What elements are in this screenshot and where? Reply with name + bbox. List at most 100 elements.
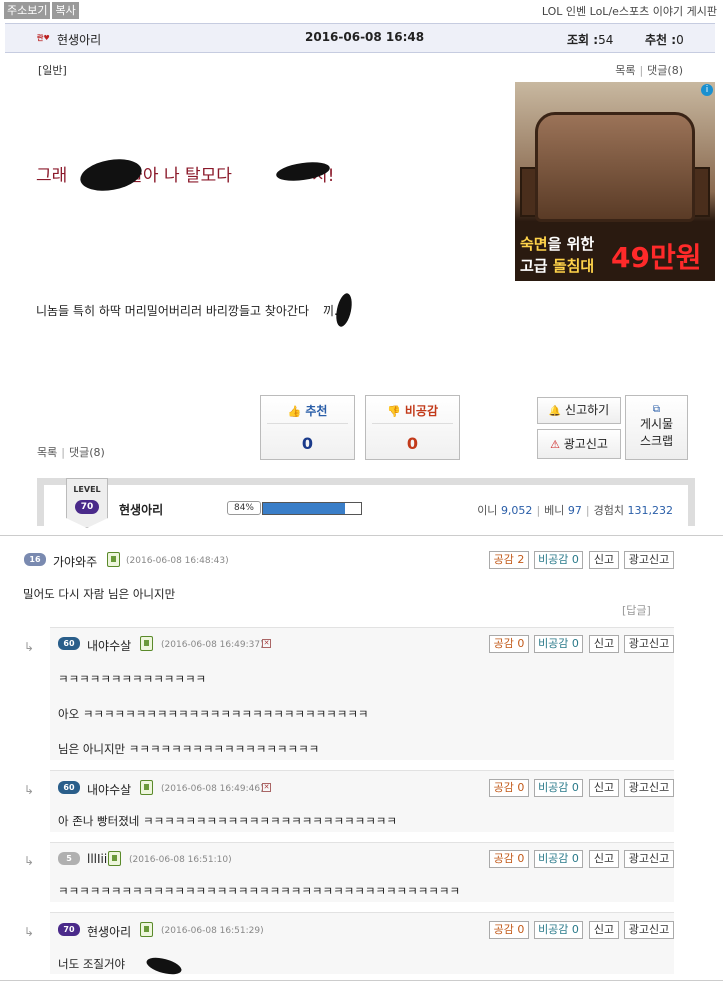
comment-level-badge: 16 xyxy=(24,553,46,566)
comment-ad-report-button[interactable]: 광고신고 xyxy=(624,779,674,797)
comment-level-badge: 5 xyxy=(58,852,80,865)
ad-report-button[interactable]: ⚠ 광고신고 xyxy=(537,429,621,459)
comments-link-bottom[interactable]: 댓글(8) xyxy=(69,446,105,459)
comment: 16 가야와주 (2016-06-08 16:48:43) 공감 2 비공감 0… xyxy=(16,548,678,620)
report-button[interactable]: 🔔 신고하기 xyxy=(537,397,621,424)
mobile-icon xyxy=(140,780,153,795)
comment-author[interactable]: 가야와주 xyxy=(53,553,97,570)
mobile-icon xyxy=(108,851,121,866)
post-author[interactable]: 현생아리 xyxy=(57,31,101,48)
comment-text: 아 존나 빵터졌네 ㅋㅋㅋㅋㅋㅋㅋㅋㅋㅋㅋㅋㅋㅋㅋㅋㅋㅋㅋㅋㅋㅋㅋㅋ xyxy=(58,814,397,828)
ad-line1: 숙면을 위한 xyxy=(520,235,595,253)
comment-author[interactable]: 내야수살 xyxy=(87,781,131,798)
comment-time: (2016-06-08 16:51:29) xyxy=(161,926,264,936)
comment-text: 아오 ㅋㅋㅋㅋㅋㅋㅋㅋㅋㅋㅋㅋㅋㅋㅋㅋㅋㅋㅋㅋㅋㅋㅋㅋㅋㅋㅋ xyxy=(58,707,369,721)
author-profile: LEVEL 70 현생아리 84% 이니 9,052 | 베니 97 | 경험치 131… xyxy=(37,478,695,528)
comment-time: (2016-06-08 16:49:37) xyxy=(161,640,264,650)
comment-ad-report-button[interactable]: 광고신고 xyxy=(624,551,674,569)
recommend-button[interactable]: 👍 추천 0 xyxy=(260,395,355,460)
x-icon[interactable]: ✕ xyxy=(262,639,271,648)
ad-bed-headboard xyxy=(535,112,695,222)
comment-dislike-button[interactable]: 비공감 0 xyxy=(534,921,583,939)
comment-like-button[interactable]: 공감 0 xyxy=(489,635,529,653)
comment-ad-report-button[interactable]: 광고신고 xyxy=(624,850,674,868)
comment-text: 님은 아니지만 ㅋㅋㅋㅋㅋㅋㅋㅋㅋㅋㅋㅋㅋㅋㅋㅋㅋㅋ xyxy=(58,742,320,756)
comment-report-button[interactable]: 신고 xyxy=(589,635,619,653)
author-level-icon: 란♥ xyxy=(37,34,50,42)
comment-dislike-button[interactable]: 비공감 0 xyxy=(534,850,583,868)
warning-icon: ⚠ xyxy=(550,438,560,451)
profile-stats: 이니 9,052 | 베니 97 | 경험치 131,232 xyxy=(477,504,673,517)
top-links: 목록 | 댓글(8) xyxy=(615,64,683,77)
mobile-icon xyxy=(140,922,153,937)
comment-author[interactable]: lllIii xyxy=(87,852,107,866)
comment-report-button[interactable]: 신고 xyxy=(589,779,619,797)
reply-arrow-icon: ↳ xyxy=(24,925,35,939)
reply-arrow-icon: ↳ xyxy=(24,783,35,797)
comment-report-button[interactable]: 신고 xyxy=(589,921,619,939)
ad-info-icon[interactable]: i xyxy=(701,84,713,96)
comment-dislike-button[interactable]: 비공감 0 xyxy=(534,779,583,797)
post-body: 니놈들 특히 하딱 머리밀어버리러 바리깡들고 찾아간다끼.... xyxy=(36,304,349,318)
exp-bar xyxy=(262,502,362,515)
board-name[interactable]: LOL 인벤 LoL/e스포츠 이야기 게시판 xyxy=(542,3,717,19)
list-link[interactable]: 목록 xyxy=(615,64,635,77)
comment-text: ㅋㅋㅋㅋㅋㅋㅋㅋㅋㅋㅋㅋㅋㅋㅋㅋㅋㅋㅋㅋㅋㅋㅋㅋㅋㅋㅋㅋㅋㅋㅋㅋㅋㅋㅋㅋㅋㅋ xyxy=(58,884,461,898)
thumb-down-icon: 👎 xyxy=(386,405,401,418)
view-address-button[interactable]: 주소보기 xyxy=(4,2,51,19)
comment-level-badge: 60 xyxy=(58,781,80,794)
comment-text: 너도 조질거야 xyxy=(58,957,126,971)
comment-like-button[interactable]: 공감 2 xyxy=(489,551,529,569)
profile-name[interactable]: 현생아리 xyxy=(119,501,163,518)
reply-comment: 60 내야수살 (2016-06-08 16:49:46) ✕ 공감 0 비공감… xyxy=(50,770,674,832)
thumb-up-icon: 👍 xyxy=(287,405,302,418)
scrap-button[interactable]: ⧉ 게시물 스크랩 xyxy=(625,395,688,460)
exp-bar-fill xyxy=(263,503,346,514)
bottom-links: 목록 | 댓글(8) xyxy=(37,446,105,459)
reply-arrow-icon: ↳ xyxy=(24,854,35,868)
comments-link[interactable]: 댓글(8) xyxy=(647,64,683,77)
comment-author[interactable]: 내야수살 xyxy=(87,637,131,654)
comment-like-button[interactable]: 공감 0 xyxy=(489,921,529,939)
comment-dislike-button[interactable]: 비공감 0 xyxy=(534,551,583,569)
view-count: 조회 :54 xyxy=(567,33,614,47)
reply-link[interactable]: [답글] xyxy=(622,602,651,618)
comment-text: ㅋㅋㅋㅋㅋㅋㅋㅋㅋㅋㅋㅋㅋㅋ xyxy=(58,672,207,686)
level-badge: LEVEL 70 xyxy=(66,478,108,528)
reply-comment: 70 현생아리 (2016-06-08 16:51:29) 공감 0 비공감 0… xyxy=(50,912,674,978)
ad-line2: 고급 돌침대 xyxy=(520,257,595,275)
disagree-count-display: 0 xyxy=(406,434,419,453)
comment-like-button[interactable]: 공감 0 xyxy=(489,850,529,868)
comment-text: 밀어도 다시 자람 님은 아니지만 xyxy=(23,587,176,601)
comment-like-button[interactable]: 공감 0 xyxy=(489,779,529,797)
copy-button[interactable]: 복사 xyxy=(52,2,79,19)
mobile-icon xyxy=(140,636,153,651)
ad-banner[interactable]: i 숙면을 위한 고급 돌침대 49만원 xyxy=(515,82,715,281)
comment-level-badge: 70 xyxy=(58,923,80,936)
mobile-icon xyxy=(107,552,120,567)
post-date: 2016-06-08 16:48 xyxy=(305,30,425,44)
x-icon[interactable]: ✕ xyxy=(262,783,271,792)
comment-level-badge: 60 xyxy=(58,637,80,650)
top-bar: 주소보기 복사 LOL 인벤 LoL/e스포츠 이야기 게시판 xyxy=(0,0,723,20)
comment-report-button[interactable]: 신고 xyxy=(589,850,619,868)
comment-dislike-button[interactable]: 비공감 0 xyxy=(534,635,583,653)
list-link-bottom[interactable]: 목록 xyxy=(37,446,57,459)
reply-comment: 5 lllIii (2016-06-08 16:51:10) 공감 0 비공감 … xyxy=(50,842,674,902)
comment-time: (2016-06-08 16:48:43) xyxy=(126,556,229,566)
disagree-button[interactable]: 👎 비공감 0 xyxy=(365,395,460,460)
comment-report-button[interactable]: 신고 xyxy=(589,551,619,569)
comment-time: (2016-06-08 16:51:10) xyxy=(129,855,232,865)
reply-comment: 60 내야수살 (2016-06-08 16:49:37) ✕ 공감 0 비공감… xyxy=(50,627,674,760)
comment-ad-report-button[interactable]: 광고신고 xyxy=(624,635,674,653)
post-header: 란♥ 현생아리 2016-06-08 16:48 조회 :54 추천 :0 xyxy=(5,23,715,53)
comment-time: (2016-06-08 16:49:46) xyxy=(161,784,264,794)
bell-icon: 🔔 xyxy=(548,406,562,417)
censor-scribble xyxy=(333,291,355,329)
censor-scribble xyxy=(144,954,184,978)
recommend-count-display: 0 xyxy=(301,434,314,453)
comment-ad-report-button[interactable]: 광고신고 xyxy=(624,921,674,939)
post-category: [일반] xyxy=(38,64,67,77)
comment-author[interactable]: 현생아리 xyxy=(87,923,131,940)
recommend-count: 추천 :0 xyxy=(645,33,684,47)
